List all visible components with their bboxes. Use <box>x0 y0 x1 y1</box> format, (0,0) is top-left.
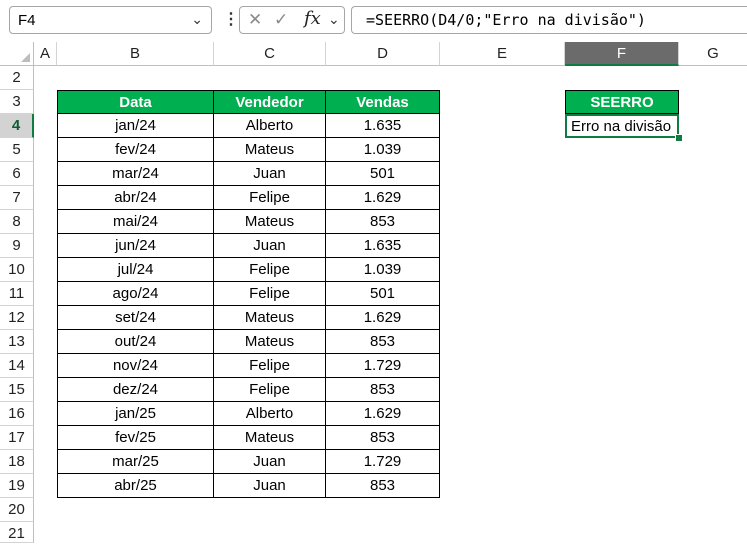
row-header-8[interactable]: 8 <box>0 210 34 234</box>
table-cell-vendas[interactable]: 1.039 <box>326 258 440 282</box>
table-cell-data[interactable]: jan/24 <box>57 114 214 138</box>
table-cell-vendedor[interactable]: Alberto <box>214 402 326 426</box>
column-header-b[interactable]: B <box>57 42 214 66</box>
seerro-result-cell[interactable]: Erro na divisão <box>565 114 679 138</box>
table-cell-vendedor[interactable]: Juan <box>214 234 326 258</box>
row-header-7[interactable]: 7 <box>0 186 34 210</box>
table-cell-data[interactable]: fev/24 <box>57 138 214 162</box>
table-header-vendedor[interactable]: Vendedor <box>214 90 326 114</box>
table-cell-vendedor[interactable]: Felipe <box>214 378 326 402</box>
row-header-6[interactable]: 6 <box>0 162 34 186</box>
enter-icon[interactable]: ✓ <box>274 10 288 30</box>
table-cell-vendedor[interactable]: Mateus <box>214 306 326 330</box>
table-cell-vendedor[interactable]: Juan <box>214 162 326 186</box>
table-cell-vendedor[interactable]: Mateus <box>214 138 326 162</box>
row-header-13[interactable]: 13 <box>0 330 34 354</box>
table-cell-vendas[interactable]: 853 <box>326 474 440 498</box>
table-header-data[interactable]: Data <box>57 90 214 114</box>
select-all-button[interactable] <box>0 42 34 66</box>
table-cell-vendas[interactable]: 1.629 <box>326 186 440 210</box>
formula-bar: F4 ⌄ ⋮ ✕ ✓ fx ⌄ =SEERRO(D4/0;"Erro na di… <box>0 0 747 42</box>
table-cell-vendas[interactable]: 1.729 <box>326 450 440 474</box>
table-cell-vendedor[interactable]: Mateus <box>214 210 326 234</box>
table-cell-data[interactable]: abr/24 <box>57 186 214 210</box>
table-cell-data[interactable]: ago/24 <box>57 282 214 306</box>
table-cell-vendas[interactable]: 1.729 <box>326 354 440 378</box>
column-header-f[interactable]: F <box>565 42 679 66</box>
row-header-4[interactable]: 4 <box>0 114 34 138</box>
column-header-c[interactable]: C <box>214 42 326 66</box>
insert-function-icon[interactable]: fx <box>304 8 321 29</box>
column-header-e[interactable]: E <box>440 42 565 66</box>
row-header-12[interactable]: 12 <box>0 306 34 330</box>
table-cell-data[interactable]: set/24 <box>57 306 214 330</box>
table-cell-data[interactable]: fev/25 <box>57 426 214 450</box>
spreadsheet-grid: A B C D E F G 2 3 4 5 6 7 8 9 10 11 12 13 14 15 16 17 18… <box>0 42 747 543</box>
table-cell-vendedor[interactable]: Mateus <box>214 330 326 354</box>
table-cell-vendas[interactable]: 501 <box>326 162 440 186</box>
table-cell-data[interactable]: mar/24 <box>57 162 214 186</box>
row-header-11[interactable]: 11 <box>0 282 34 306</box>
seerro-header[interactable]: SEERRO <box>565 90 679 114</box>
table-cell-vendas[interactable]: 1.635 <box>326 234 440 258</box>
formula-input[interactable]: =SEERRO(D4/0;"Erro na divisão") <box>351 6 747 34</box>
table-cell-vendas[interactable]: 1.629 <box>326 402 440 426</box>
row-header-5[interactable]: 5 <box>0 138 34 162</box>
table-cell-data[interactable]: jan/25 <box>57 402 214 426</box>
formula-text: =SEERRO(D4/0;"Erro na divisão") <box>366 11 646 29</box>
table-cell-data[interactable]: mar/25 <box>57 450 214 474</box>
name-box-value: F4 <box>18 12 36 29</box>
row-header-18[interactable]: 18 <box>0 450 34 474</box>
chevron-down-icon[interactable]: ⌄ <box>328 11 340 28</box>
table-cell-vendas[interactable]: 1.039 <box>326 138 440 162</box>
chevron-down-icon[interactable]: ⌄ <box>191 11 203 28</box>
table-cell-vendas[interactable]: 501 <box>326 282 440 306</box>
row-header-3[interactable]: 3 <box>0 90 34 114</box>
row-header-10[interactable]: 10 <box>0 258 34 282</box>
table-cell-data[interactable]: dez/24 <box>57 378 214 402</box>
row-header-20[interactable]: 20 <box>0 498 34 522</box>
table-cell-data[interactable]: abr/25 <box>57 474 214 498</box>
table-cell-vendas[interactable]: 853 <box>326 426 440 450</box>
row-header-14[interactable]: 14 <box>0 354 34 378</box>
table-cell-vendedor[interactable]: Juan <box>214 474 326 498</box>
more-options-icon[interactable]: ⋮ <box>223 9 239 29</box>
table-cell-vendedor[interactable]: Felipe <box>214 354 326 378</box>
column-header-g[interactable]: G <box>679 42 747 66</box>
formula-controls: ✕ ✓ fx ⌄ <box>239 6 345 34</box>
table-cell-vendas[interactable]: 1.635 <box>326 114 440 138</box>
table-cell-vendedor[interactable]: Felipe <box>214 282 326 306</box>
row-header-9[interactable]: 9 <box>0 234 34 258</box>
table-cell-vendedor[interactable]: Felipe <box>214 258 326 282</box>
row-header-17[interactable]: 17 <box>0 426 34 450</box>
row-header-2[interactable]: 2 <box>0 66 34 90</box>
row-header-19[interactable]: 19 <box>0 474 34 498</box>
table-cell-vendas[interactable]: 853 <box>326 378 440 402</box>
row-header-16[interactable]: 16 <box>0 402 34 426</box>
table-cell-vendedor[interactable]: Juan <box>214 450 326 474</box>
table-cell-data[interactable]: jul/24 <box>57 258 214 282</box>
fill-handle[interactable] <box>675 134 683 142</box>
table-cell-data[interactable]: nov/24 <box>57 354 214 378</box>
table-cell-vendas[interactable]: 853 <box>326 210 440 234</box>
table-cell-data[interactable]: mai/24 <box>57 210 214 234</box>
table-cell-vendas[interactable]: 1.629 <box>326 306 440 330</box>
table-header-vendas[interactable]: Vendas <box>326 90 440 114</box>
column-header-d[interactable]: D <box>326 42 440 66</box>
row-header-21[interactable]: 21 <box>0 522 34 543</box>
column-header-a[interactable]: A <box>34 42 57 66</box>
table-cell-vendas[interactable]: 853 <box>326 330 440 354</box>
table-cell-data[interactable]: out/24 <box>57 330 214 354</box>
table-cell-data[interactable]: jun/24 <box>57 234 214 258</box>
cancel-icon[interactable]: ✕ <box>248 10 262 30</box>
row-header-15[interactable]: 15 <box>0 378 34 402</box>
table-cell-vendedor[interactable]: Mateus <box>214 426 326 450</box>
name-box[interactable]: F4 ⌄ <box>9 6 212 34</box>
table-cell-vendedor[interactable]: Alberto <box>214 114 326 138</box>
table-cell-vendedor[interactable]: Felipe <box>214 186 326 210</box>
